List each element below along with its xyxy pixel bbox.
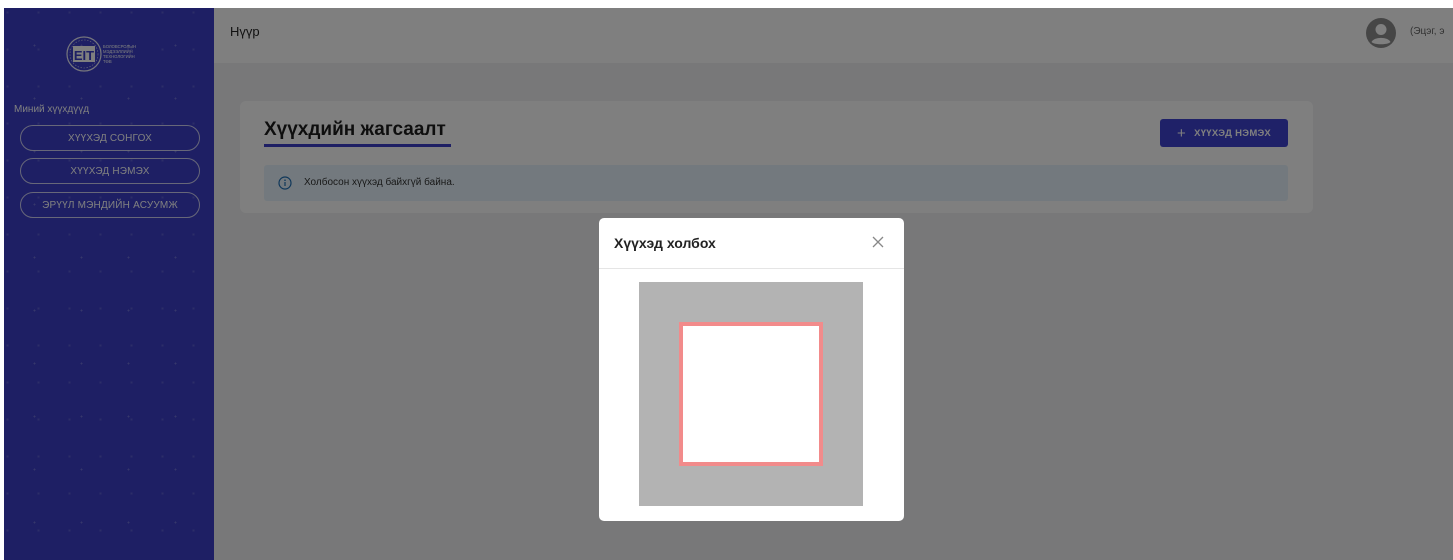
close-icon[interactable] bbox=[871, 235, 885, 249]
link-child-modal: Хүүхэд холбох bbox=[599, 218, 904, 521]
app-window: EIT БОЛОВСРОЛЫН МЭДЭЭЛЛИЙН ТЕХНОЛОГИЙН Т… bbox=[4, 8, 1453, 560]
qr-scanner-view[interactable] bbox=[639, 282, 863, 506]
modal-title: Хүүхэд холбох bbox=[614, 235, 716, 251]
scan-frame bbox=[679, 322, 823, 466]
modal-header: Хүүхэд холбох bbox=[599, 218, 904, 269]
